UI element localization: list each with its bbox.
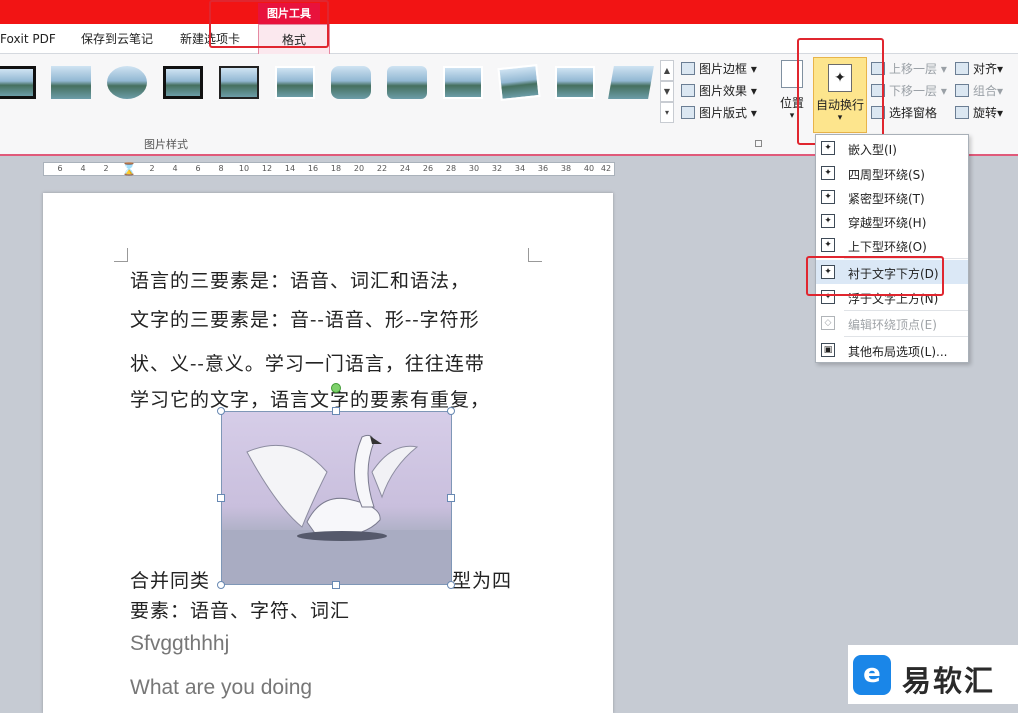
menu-item-square[interactable]: ✦ 四周型环绕(S)	[816, 161, 968, 185]
menu-separator	[844, 336, 968, 337]
group-icon	[955, 84, 969, 97]
picture-border-button[interactable]: 图片边框 ▾	[681, 60, 757, 77]
resize-handle-left[interactable]	[217, 494, 225, 502]
highlight-picture-tools	[209, 0, 329, 48]
style-thumb-8[interactable]	[387, 66, 427, 99]
menu-item-top-bottom[interactable]: ✦ 上下型环绕(O)	[816, 233, 968, 257]
resize-handle-br[interactable]	[447, 581, 455, 589]
resize-handle-tr[interactable]	[447, 407, 455, 415]
gallery-scroll-up-icon[interactable]: ▲	[660, 60, 674, 81]
doc-line-5-right[interactable]: 型为四	[452, 566, 512, 593]
style-thumb-7[interactable]	[331, 66, 371, 99]
horizontal-ruler[interactable]: 6 4 2 ⌛ 2 4 6 8 10 12 14 16 18 20 22 24 …	[43, 162, 615, 176]
highlight-wrap-text	[797, 38, 884, 145]
dialog-launcher-icon[interactable]	[755, 140, 762, 147]
style-thumb-6[interactable]	[275, 66, 315, 99]
square-wrap-icon: ✦	[821, 166, 835, 180]
resize-handle-top[interactable]	[332, 407, 340, 415]
style-thumb-10[interactable]	[497, 63, 541, 102]
menu-item-tight[interactable]: ✦ 紧密型环绕(T)	[816, 185, 968, 209]
style-thumb-11[interactable]	[555, 66, 595, 99]
watermark-text: 易软汇	[902, 664, 996, 698]
title-bar	[0, 0, 1018, 24]
layout-options-icon: ▣	[821, 343, 835, 357]
menu-item-more-layout-options[interactable]: ▣ 其他布局选项(L)...	[816, 338, 968, 362]
doc-line-3[interactable]: 状、义--意义。学习一门语言，往往连带	[130, 349, 485, 376]
indent-marker-icon[interactable]: ⌛	[122, 162, 137, 176]
through-wrap-icon: ✦	[821, 214, 835, 228]
picture-styles-group-label: 图片样式	[144, 138, 188, 151]
highlight-behind-text	[806, 256, 944, 296]
style-thumb-2[interactable]	[51, 66, 91, 99]
resize-handle-right[interactable]	[447, 494, 455, 502]
menu-item-through[interactable]: ✦ 穿越型环绕(H)	[816, 209, 968, 233]
doc-line-2[interactable]: 文字的三要素是：音--语音、形--字符形	[130, 305, 480, 332]
doc-line-5-left[interactable]: 合并同类	[130, 566, 210, 593]
swan-image[interactable]	[221, 411, 452, 585]
doc-line-7[interactable]: Sfvggthhhj	[130, 632, 229, 656]
top-bottom-wrap-icon: ✦	[821, 238, 835, 252]
watermark-logo-icon: e	[853, 655, 891, 695]
crop-mark-right	[528, 248, 542, 262]
style-thumb-4[interactable]	[163, 66, 203, 99]
rotate-handle[interactable]	[331, 383, 341, 393]
resize-handle-tl[interactable]	[217, 407, 225, 415]
wrap-text-menu: ✦ 嵌入型(I) ✦ 四周型环绕(S) ✦ 紧密型环绕(T) ✦ 穿越型环绕(H) ✦ 上…	[815, 134, 969, 363]
gallery-scroll-down-icon[interactable]: ▼	[660, 81, 674, 102]
pencil-icon	[681, 62, 695, 75]
doc-line-8[interactable]: What are you doing	[130, 676, 312, 700]
style-thumb-1[interactable]	[0, 66, 36, 99]
layout-icon	[681, 106, 695, 119]
tight-wrap-icon: ✦	[821, 190, 835, 204]
picture-layout-button[interactable]: 图片版式 ▾	[681, 104, 757, 121]
edit-wrap-points-icon: ◇	[821, 316, 835, 330]
tab-save-to-cloud[interactable]: 保存到云笔记	[81, 24, 153, 54]
crop-mark-left	[114, 248, 128, 262]
watermark: e 易软汇	[848, 645, 1018, 704]
rotate-button[interactable]: 旋转▾	[955, 104, 1003, 121]
picture-effects-button[interactable]: 图片效果 ▾	[681, 82, 757, 99]
style-thumb-12[interactable]	[608, 66, 654, 99]
doc-line-6[interactable]: 要素：语音、字符、词汇	[130, 596, 350, 623]
doc-line-1[interactable]: 语言的三要素是：语音、词汇和语法，	[130, 266, 470, 293]
tab-foxit-pdf[interactable]: Foxit PDF	[0, 24, 56, 54]
gallery-more-icon[interactable]: ▾	[660, 102, 674, 123]
effects-icon	[681, 84, 695, 97]
doc-line-4[interactable]: 学习它的文字，语言文字的要素有重复，	[130, 385, 490, 412]
style-thumb-3[interactable]	[107, 66, 147, 99]
align-button[interactable]: 对齐▾	[955, 60, 1003, 77]
style-thumb-5[interactable]	[219, 66, 259, 99]
menu-item-edit-wrap-points[interactable]: ◇ 编辑环绕顶点(E)	[816, 311, 968, 335]
align-icon	[955, 62, 969, 75]
resize-handle-bl[interactable]	[217, 581, 225, 589]
group-button[interactable]: 组合▾	[955, 82, 1003, 99]
rotate-icon	[955, 106, 969, 119]
inline-wrap-icon: ✦	[821, 141, 835, 155]
swan-illustration	[222, 434, 451, 584]
menu-item-inline[interactable]: ✦ 嵌入型(I)	[816, 136, 968, 160]
resize-handle-bottom[interactable]	[332, 581, 340, 589]
style-thumb-9[interactable]	[443, 66, 483, 99]
